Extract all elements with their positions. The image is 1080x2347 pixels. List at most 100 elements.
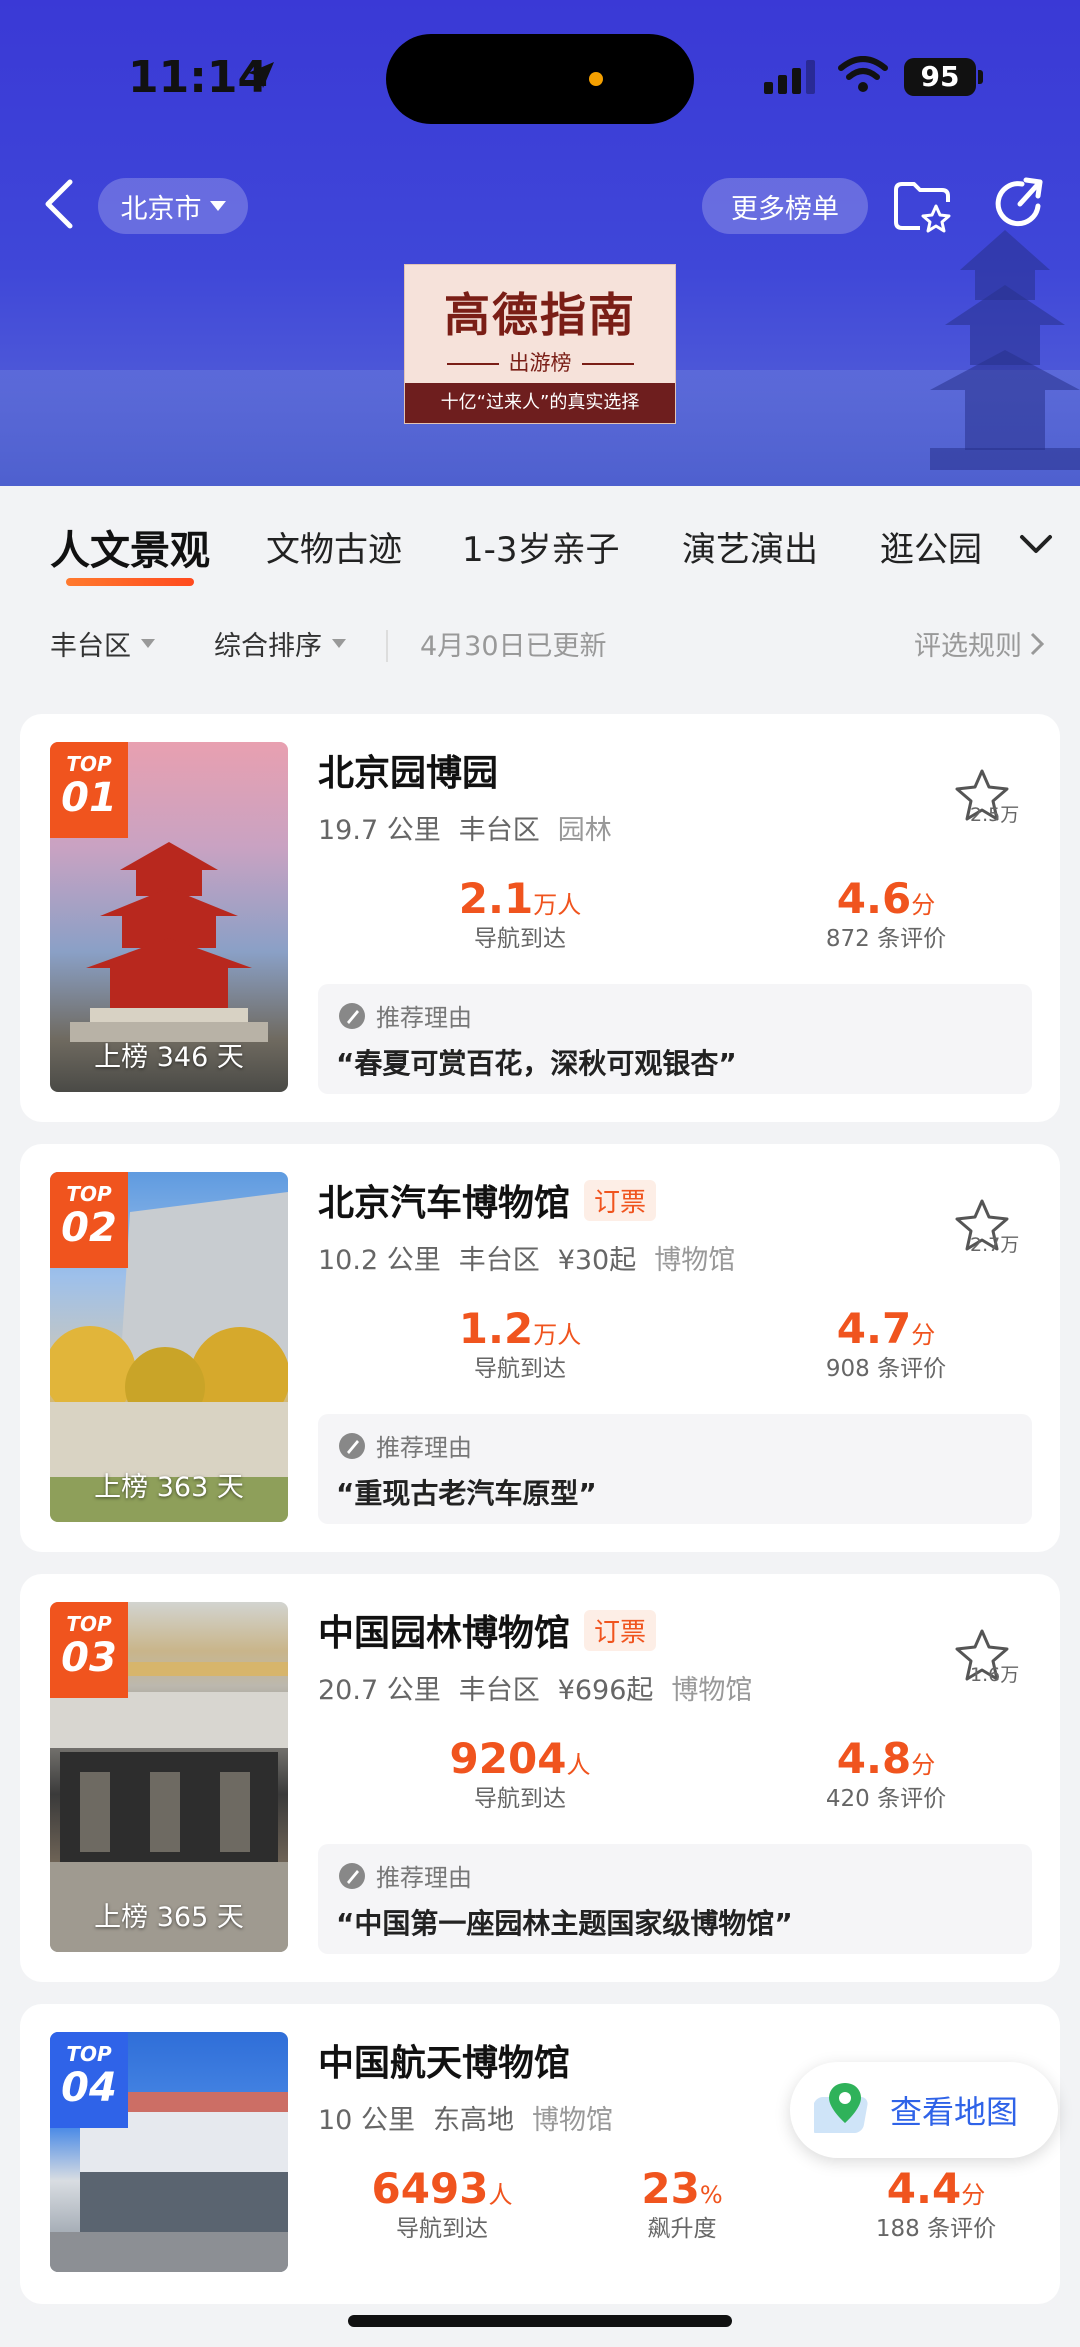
- category: 博物馆: [531, 2105, 613, 2136]
- district-filter[interactable]: 丰台区: [50, 624, 155, 663]
- reason-text: “中国第一座园林主题国家级博物馆”: [336, 1907, 793, 1940]
- days-on-list: 上榜 363 天: [94, 1472, 244, 1503]
- rise-unit: %: [699, 2181, 723, 2209]
- score-stat: 4.4分 188 条评价: [846, 2164, 1026, 2243]
- distance: 19.7 公里: [318, 815, 441, 846]
- reason-label: 推荐理由: [376, 1434, 472, 1462]
- favorite-folder-icon[interactable]: [892, 178, 952, 234]
- dynamic-island: [386, 34, 694, 124]
- active-tab-indicator: [66, 578, 194, 586]
- filter-divider: [386, 630, 388, 662]
- ranking-card[interactable]: TOP 03 上榜 365 天 中国园林博物馆 订票 20.7 公里 丰台区 ¥…: [20, 1574, 1060, 1982]
- place-photo: TOP 02 上榜 363 天: [50, 1172, 288, 1522]
- district: 丰台区: [458, 1675, 540, 1706]
- logo-slogan: 十亿“过来人”的真实选择: [405, 383, 675, 423]
- tab-shows[interactable]: 演艺演出: [682, 522, 818, 571]
- distance: 10 公里: [318, 2105, 415, 2136]
- category-tabs: 人文景观 文物古迹 1-3岁亲子 演艺演出 逛公园: [0, 486, 1080, 598]
- rise-label: 飙升度: [647, 2216, 717, 2242]
- tab-kids[interactable]: 1-3岁亲子: [462, 522, 620, 571]
- place-name: 北京汽车博物馆 订票: [318, 1174, 657, 1226]
- recommend-reason: 推荐理由 “中国第一座园林主题国家级博物馆”: [318, 1844, 1032, 1954]
- place-meta: 19.7 公里 丰台区 园林: [318, 808, 612, 847]
- ranking-card[interactable]: TOP 01 上榜 346 天 北京园博园 19.7 公里 丰台区 园林 2.5…: [20, 714, 1060, 1122]
- rank-number: 03: [61, 1635, 117, 1681]
- tab-parks[interactable]: 逛公园: [880, 522, 982, 571]
- city-label: 北京市: [120, 193, 202, 225]
- back-arrow-icon[interactable]: [36, 176, 86, 232]
- rank-badge: TOP 01: [50, 742, 128, 838]
- nav-count: 2.1: [458, 874, 534, 923]
- score-unit: 分: [911, 891, 936, 919]
- home-indicator[interactable]: [348, 2315, 732, 2327]
- chevron-down-icon[interactable]: [1018, 532, 1054, 556]
- reason-text: “春夏可赏百花，深秋可观银杏”: [336, 1047, 737, 1080]
- district: 丰台区: [458, 1245, 540, 1276]
- sort-filter[interactable]: 综合排序: [214, 624, 346, 663]
- score: 4.8: [836, 1734, 912, 1783]
- view-map-button[interactable]: 查看地图: [790, 2062, 1058, 2158]
- place-name-text: 中国航天博物馆: [318, 2043, 571, 2084]
- share-icon[interactable]: [992, 176, 1048, 232]
- rank-badge: TOP 04: [50, 2032, 128, 2128]
- nav-count-unit: 万人: [533, 1321, 582, 1349]
- nav-label: 导航到达: [474, 926, 566, 952]
- pen-icon: [339, 1432, 365, 1459]
- category: 园林: [557, 815, 612, 846]
- place-meta: 10.2 公里 丰台区 ¥30起 博物馆: [318, 1238, 735, 1277]
- place-name-text: 中国园林博物馆: [318, 1613, 571, 1654]
- place-meta: 10 公里 东高地 博物馆: [318, 2098, 613, 2137]
- dropdown-triangle-icon: [332, 639, 346, 648]
- battery-tip: [978, 70, 983, 84]
- rank-number: 04: [61, 2065, 117, 2111]
- reason-label: 推荐理由: [376, 1864, 472, 1892]
- score-stat: 4.8分 420 条评价: [786, 1734, 986, 1813]
- nav-count-stat: 6493人 导航到达: [352, 2164, 532, 2243]
- score-unit: 分: [911, 1751, 936, 1779]
- nav-count: 1.2: [458, 1304, 534, 1353]
- place-name: 中国园林博物馆 订票: [318, 1604, 657, 1656]
- price: ¥30起: [557, 1245, 637, 1276]
- score: 4.4: [886, 2164, 962, 2213]
- reason-header: 推荐理由: [338, 998, 472, 1033]
- rise-value: 23: [641, 2164, 700, 2213]
- sort-filter-label: 综合排序: [214, 631, 322, 662]
- rank-top-label: TOP: [66, 1612, 112, 1636]
- logo-subtitle: 出游榜: [405, 347, 675, 377]
- days-on-list: 上榜 346 天: [94, 1042, 244, 1073]
- district: 丰台区: [458, 815, 540, 846]
- nav-count: 9204: [449, 1734, 567, 1783]
- review-count: 908 条评价: [825, 1356, 947, 1382]
- nav-count-stat: 9204人 导航到达: [420, 1734, 620, 1813]
- district-filter-label: 丰台区: [50, 631, 131, 662]
- logo-title: 高德指南: [444, 288, 636, 342]
- rank-badge: TOP 02: [50, 1172, 128, 1268]
- wifi-icon: [838, 56, 888, 92]
- reason-header: 推荐理由: [338, 1858, 472, 1893]
- chevron-down-icon: [209, 201, 226, 211]
- recommend-reason: 推荐理由 “春夏可赏百花，深秋可观银杏”: [318, 984, 1032, 1094]
- district: 东高地: [432, 2105, 514, 2136]
- tab-culture[interactable]: 人文景观: [50, 518, 210, 576]
- selection-rules-label: 评选规则: [914, 631, 1022, 662]
- map-pin-icon: [814, 2083, 868, 2133]
- header-banner: 11:14 95 北京市 更多榜单 高德指南 出游榜 十亿“过来人”的真实选择: [0, 0, 1080, 486]
- place-meta: 20.7 公里 丰台区 ¥696起 博物馆: [318, 1668, 752, 1707]
- ticket-tag[interactable]: 订票: [584, 1179, 657, 1221]
- filter-bar: 丰台区 综合排序 4月30日已更新 评选规则: [0, 624, 1080, 674]
- favorite-count: 1.6万: [970, 1664, 1020, 1686]
- review-count: 188 条评价: [875, 2216, 997, 2242]
- tab-relics[interactable]: 文物古迹: [266, 522, 402, 571]
- rank-top-label: TOP: [66, 2042, 112, 2066]
- selection-rules-link[interactable]: 评选规则: [914, 624, 1044, 663]
- favorite-count: 2.5万: [970, 804, 1020, 826]
- place-name-text: 北京汽车博物馆: [318, 1183, 571, 1224]
- ticket-tag[interactable]: 订票: [584, 1609, 657, 1651]
- city-selector[interactable]: 北京市: [98, 178, 248, 234]
- more-lists-button[interactable]: 更多榜单: [702, 178, 868, 234]
- view-map-label: 查看地图: [890, 2093, 1019, 2131]
- pen-icon: [339, 1002, 365, 1029]
- category: 博物馆: [671, 1675, 753, 1706]
- rank-top-label: TOP: [66, 1182, 112, 1206]
- ranking-card[interactable]: TOP 02 上榜 363 天 北京汽车博物馆 订票 10.2 公里 丰台区 ¥…: [20, 1144, 1060, 1552]
